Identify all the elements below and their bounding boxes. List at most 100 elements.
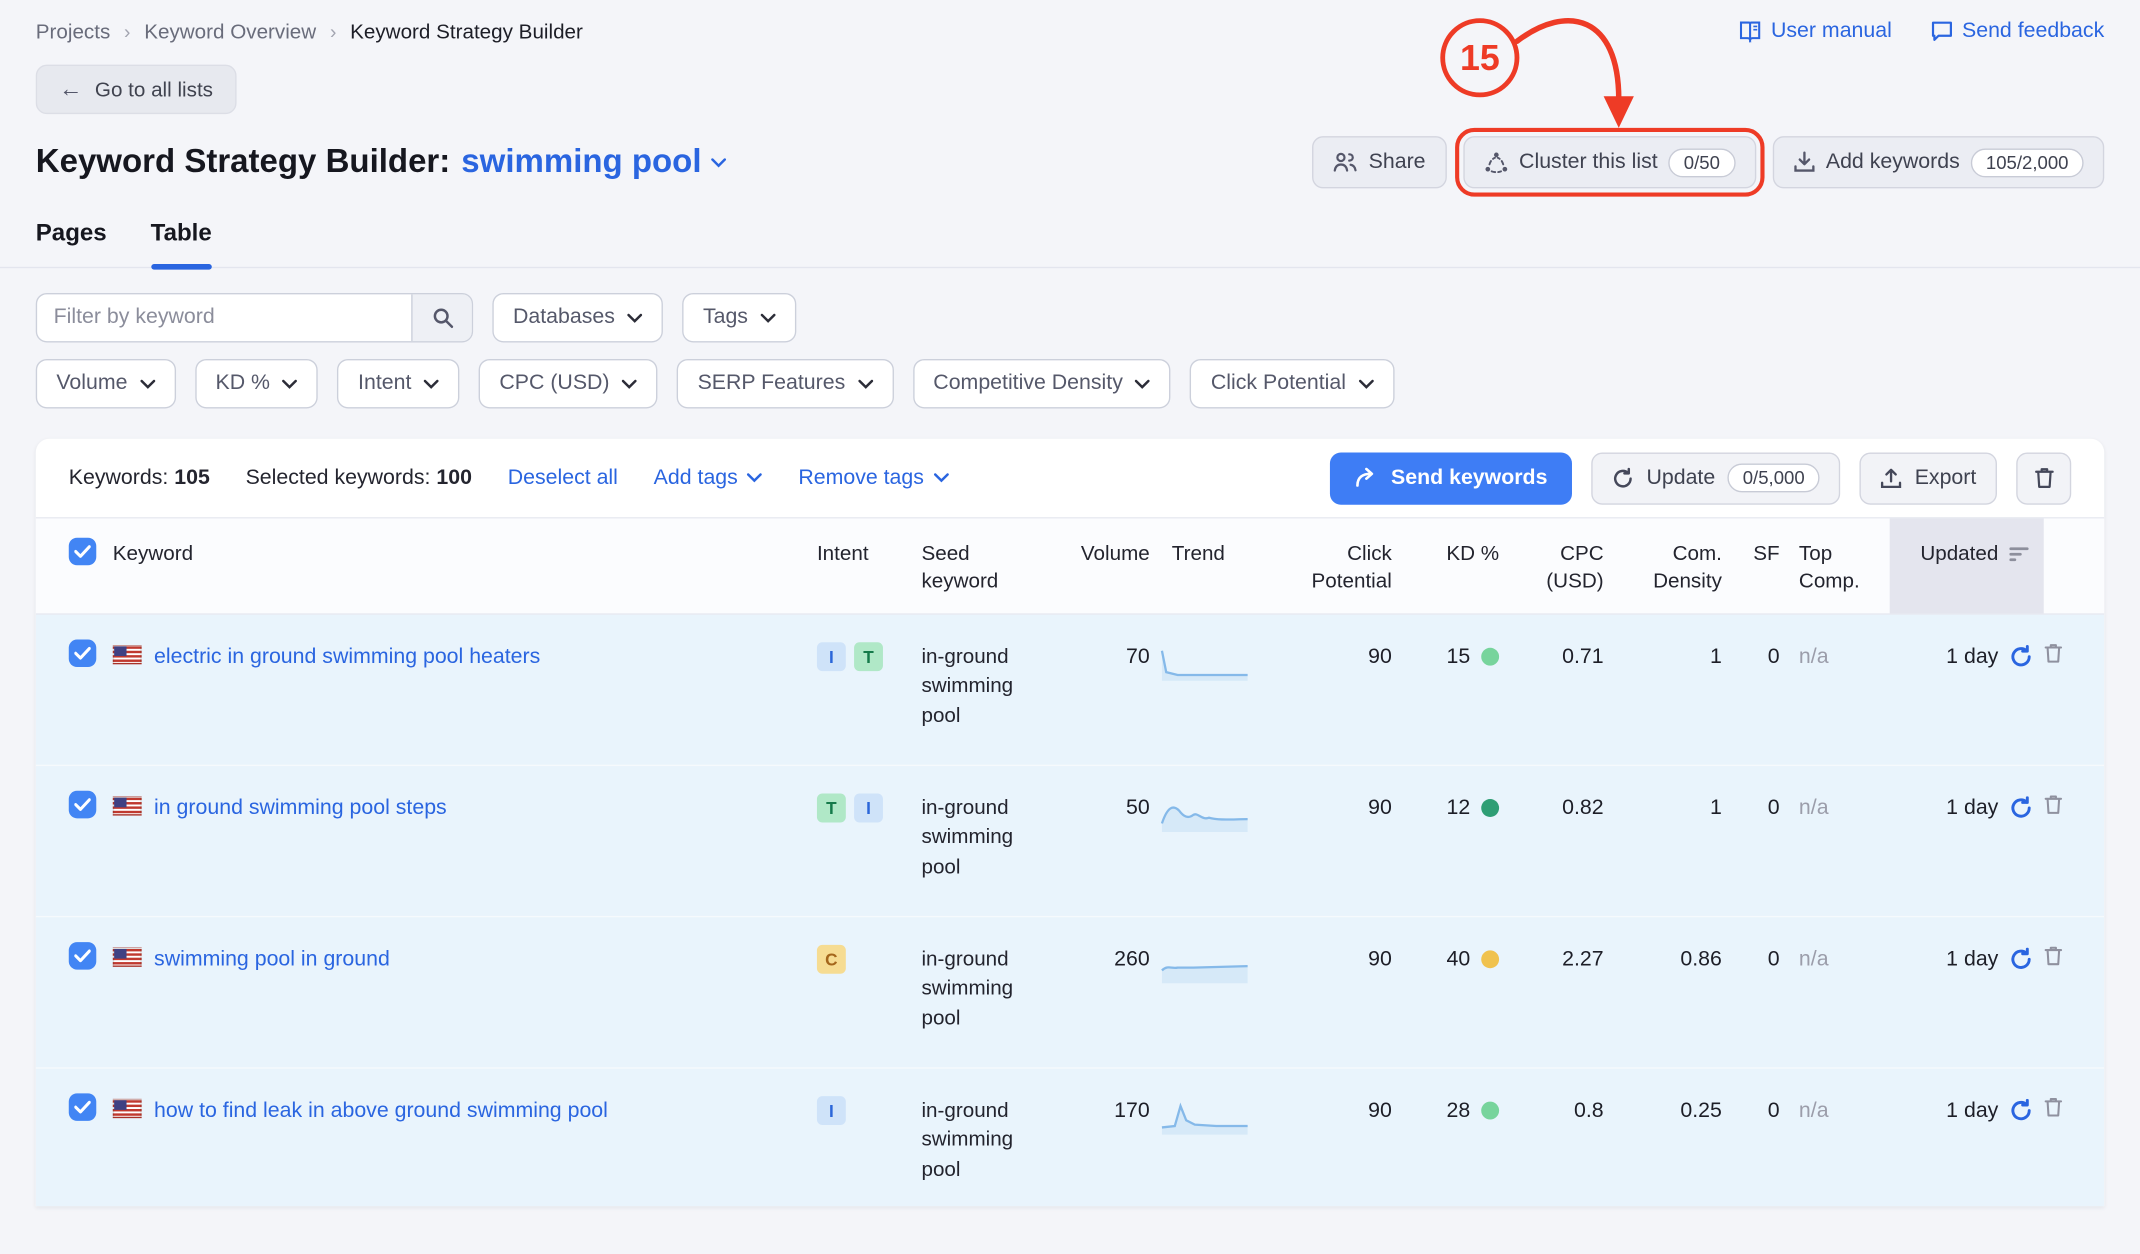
sort-descending-icon — [2009, 546, 2030, 563]
share-button[interactable]: Share — [1312, 136, 1446, 188]
cluster-icon — [1483, 151, 1508, 174]
go-to-all-lists-button[interactable]: ← Go to all lists — [36, 65, 237, 115]
column-header-cpc[interactable]: CPC (USD) — [1507, 518, 1612, 612]
filter-click-potential[interactable]: Click Potential — [1190, 359, 1394, 409]
delete-selected-button[interactable] — [2016, 452, 2071, 504]
filter-intent[interactable]: Intent — [337, 359, 459, 409]
table-toolbar: Keywords: 105 Selected keywords: 100 Des… — [36, 439, 2104, 519]
column-header-trend[interactable]: Trend — [1158, 518, 1279, 612]
top-competitor-value: n/a — [1788, 614, 1890, 672]
cpc-value: 0.82 — [1507, 765, 1612, 823]
intent-badge-transactional: T — [817, 794, 846, 823]
top-competitor-value: n/a — [1788, 765, 1890, 823]
update-button[interactable]: Update 0/5,000 — [1591, 452, 1840, 504]
cluster-label: Cluster this list — [1519, 150, 1658, 175]
filter-tags[interactable]: Tags — [682, 293, 796, 343]
breadcrumb-current: Keyword Strategy Builder — [350, 20, 583, 43]
column-header-kd[interactable]: KD % — [1400, 518, 1507, 612]
updated-value: 1 day — [1946, 642, 1998, 673]
send-feedback-link[interactable]: Send feedback — [1930, 19, 2104, 44]
column-header-top-comp[interactable]: Top Comp. — [1788, 518, 1890, 612]
intent-badge-commercial: C — [817, 945, 846, 974]
chevron-down-icon — [424, 379, 439, 389]
send-keywords-button[interactable]: Send keywords — [1331, 452, 1573, 504]
table-header: Keyword Intent Seed keyword Volume Trend… — [36, 518, 2104, 614]
keyword-link[interactable]: electric in ground swimming pool heaters — [154, 642, 540, 673]
delete-row-icon[interactable] — [2044, 793, 2063, 815]
export-button[interactable]: Export — [1860, 452, 1997, 504]
deselect-all-link[interactable]: Deselect all — [508, 466, 618, 491]
keyword-link[interactable]: how to find leak in above ground swimmin… — [154, 1095, 608, 1126]
keyword-filter-input[interactable] — [37, 294, 411, 341]
column-header-updated[interactable]: Updated — [1890, 518, 2044, 612]
refresh-row-icon[interactable] — [2009, 645, 2032, 668]
send-keywords-label: Send keywords — [1391, 466, 1547, 491]
row-checkbox[interactable] — [69, 1093, 97, 1121]
kd-value: 40 — [1400, 917, 1507, 975]
add-tags-dropdown[interactable]: Add tags — [654, 466, 763, 491]
refresh-row-icon[interactable] — [2009, 797, 2032, 820]
filter-competitive-density[interactable]: Competitive Density — [913, 359, 1171, 409]
user-manual-link[interactable]: User manual — [1738, 19, 1892, 44]
select-all-checkbox[interactable] — [69, 538, 97, 566]
filter-serp-features[interactable]: SERP Features — [677, 359, 893, 409]
keyword-link[interactable]: swimming pool in ground — [154, 944, 390, 975]
column-header-seed-keyword[interactable]: Seed keyword — [921, 518, 1059, 612]
competitive-density-value: 0.86 — [1612, 917, 1730, 975]
filter-cpc-usd[interactable]: CPC (USD) — [479, 359, 658, 409]
table-row: electric in ground swimming pool heaters… — [36, 614, 2104, 765]
chevron-down-icon — [858, 379, 873, 389]
column-header-actions — [2044, 518, 2105, 612]
delete-row-icon[interactable] — [2044, 1095, 2063, 1117]
update-label: Update — [1646, 466, 1715, 491]
volume-value: 260 — [1059, 917, 1158, 975]
tab-table[interactable]: Table — [151, 219, 212, 267]
seed-keyword: in-ground swimming pool — [921, 917, 1059, 1034]
kd-number: 15 — [1446, 642, 1470, 673]
remove-tags-dropdown[interactable]: Remove tags — [798, 466, 948, 491]
add-keywords-button[interactable]: Add keywords 105/2,000 — [1772, 136, 2104, 188]
row-checkbox[interactable] — [69, 941, 97, 969]
us-flag-icon — [113, 1098, 142, 1117]
cpc-value: 2.27 — [1507, 917, 1612, 975]
breadcrumb-separator: › — [330, 21, 336, 43]
column-header-com-density[interactable]: Com. Density — [1612, 518, 1730, 612]
top-competitor-value: n/a — [1788, 917, 1890, 975]
filter-databases[interactable]: Databases — [492, 293, 663, 343]
kd-difficulty-dot — [1481, 799, 1499, 817]
chevron-down-icon — [760, 313, 775, 323]
send-feedback-label: Send feedback — [1962, 19, 2104, 44]
breadcrumb-keyword-overview[interactable]: Keyword Overview — [144, 20, 316, 43]
column-header-keyword[interactable]: Keyword — [113, 518, 817, 612]
kd-number: 28 — [1446, 1095, 1470, 1126]
chevron-down-icon — [747, 473, 762, 483]
column-header-intent[interactable]: Intent — [817, 518, 922, 612]
keyword-link[interactable]: in ground swimming pool steps — [154, 793, 447, 824]
search-button[interactable] — [411, 294, 472, 341]
serp-features-count: 0 — [1730, 1068, 1788, 1126]
delete-row-icon[interactable] — [2044, 642, 2063, 664]
list-name: swimming pool — [461, 143, 701, 182]
page-header: Projects › Keyword Overview › Keyword St… — [0, 0, 2140, 188]
user-manual-label: User manual — [1771, 19, 1892, 44]
tab-pages[interactable]: Pages — [36, 219, 107, 267]
cluster-this-list-button[interactable]: Cluster this list 0/50 — [1463, 136, 1756, 188]
filter-kd[interactable]: KD % — [195, 359, 318, 409]
column-header-click-potential[interactable]: Click Potential — [1279, 518, 1400, 612]
remove-tags-label: Remove tags — [798, 466, 924, 491]
column-header-volume[interactable]: Volume — [1059, 518, 1158, 612]
column-header-sf[interactable]: SF — [1730, 518, 1788, 612]
row-checkbox[interactable] — [69, 639, 97, 667]
row-checkbox[interactable] — [69, 790, 97, 818]
intent-badge-informational: I — [817, 642, 846, 671]
filter-volume[interactable]: Volume — [36, 359, 176, 409]
refresh-row-icon[interactable] — [2009, 948, 2032, 971]
breadcrumb-projects[interactable]: Projects — [36, 20, 111, 43]
refresh-row-icon[interactable] — [2009, 1099, 2032, 1122]
delete-row-icon[interactable] — [2044, 944, 2063, 966]
kd-difficulty-dot — [1481, 1102, 1499, 1120]
list-name-dropdown[interactable]: swimming pool — [461, 143, 726, 182]
breadcrumb-separator: › — [124, 21, 130, 43]
updated-cell: 1 day — [1890, 917, 2044, 975]
cpc-value: 0.71 — [1507, 614, 1612, 672]
